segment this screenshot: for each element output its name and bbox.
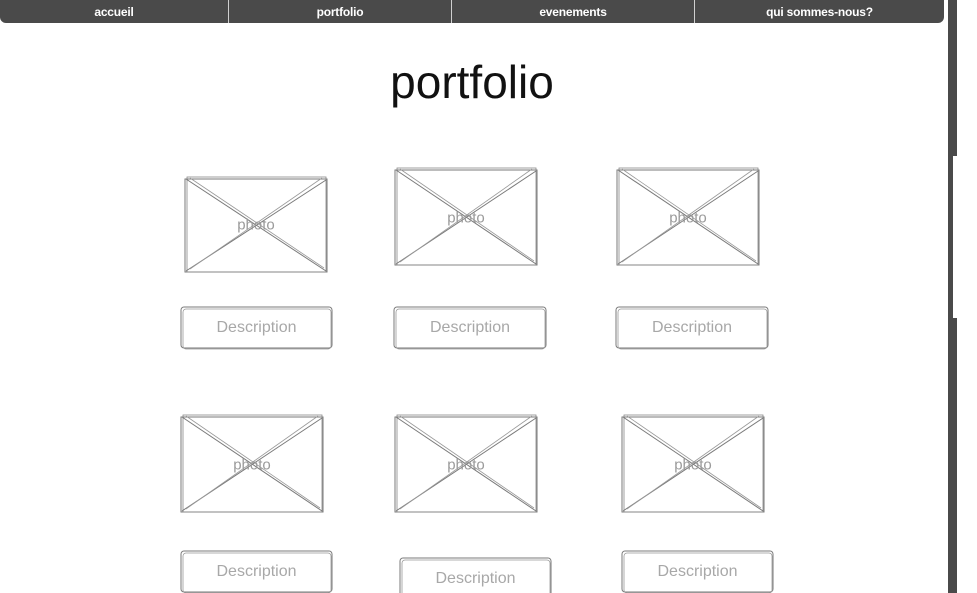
photo-placeholder[interactable]: photo: [616, 167, 760, 267]
nav-item-qui-sommes-nous[interactable]: qui sommes-nous?: [695, 0, 944, 23]
photo-label: photo: [237, 216, 275, 234]
photo-placeholder[interactable]: photo: [184, 176, 328, 274]
description-label: Description: [216, 318, 297, 336]
nav-item-portfolio[interactable]: portfolio: [229, 0, 452, 23]
description-field[interactable]: Description: [399, 556, 552, 593]
photo-label: photo: [233, 456, 271, 473]
description-field[interactable]: Description: [180, 305, 333, 350]
photo-label: photo: [669, 209, 707, 226]
photo-placeholder[interactable]: photo: [621, 414, 765, 514]
nav-item-label: accueil: [94, 4, 134, 19]
photo-label: photo: [674, 456, 712, 473]
nav-item-evenements[interactable]: evenements: [452, 0, 695, 23]
description-field[interactable]: Description: [615, 305, 769, 350]
description-label: Description: [429, 318, 511, 336]
nav-item-label: evenements: [539, 4, 607, 19]
photo-placeholder[interactable]: photo: [394, 414, 538, 514]
description-label: Description: [216, 562, 297, 580]
top-nav: accueil portfolio evenements qui sommes-…: [0, 0, 944, 23]
nav-item-label: portfolio: [316, 4, 364, 19]
photo-placeholder[interactable]: photo: [394, 167, 538, 267]
description-label: Description: [435, 569, 516, 587]
description-label: Description: [651, 318, 733, 336]
nav-item-label: qui sommes-nous?: [766, 4, 873, 19]
description-field[interactable]: Description: [621, 549, 774, 593]
nav-item-accueil[interactable]: accueil: [0, 0, 229, 23]
photo-label: photo: [447, 456, 485, 473]
scrollbar-thumb[interactable]: [953, 156, 957, 318]
portfolio-page: accueil portfolio evenements qui sommes-…: [0, 0, 977, 593]
description-field[interactable]: Description: [180, 549, 333, 593]
photo-placeholder[interactable]: photo: [180, 414, 324, 514]
description-field[interactable]: Description: [393, 305, 547, 350]
photo-label: photo: [447, 209, 485, 226]
page-title: portfolio: [390, 56, 554, 108]
description-label: Description: [657, 562, 738, 580]
